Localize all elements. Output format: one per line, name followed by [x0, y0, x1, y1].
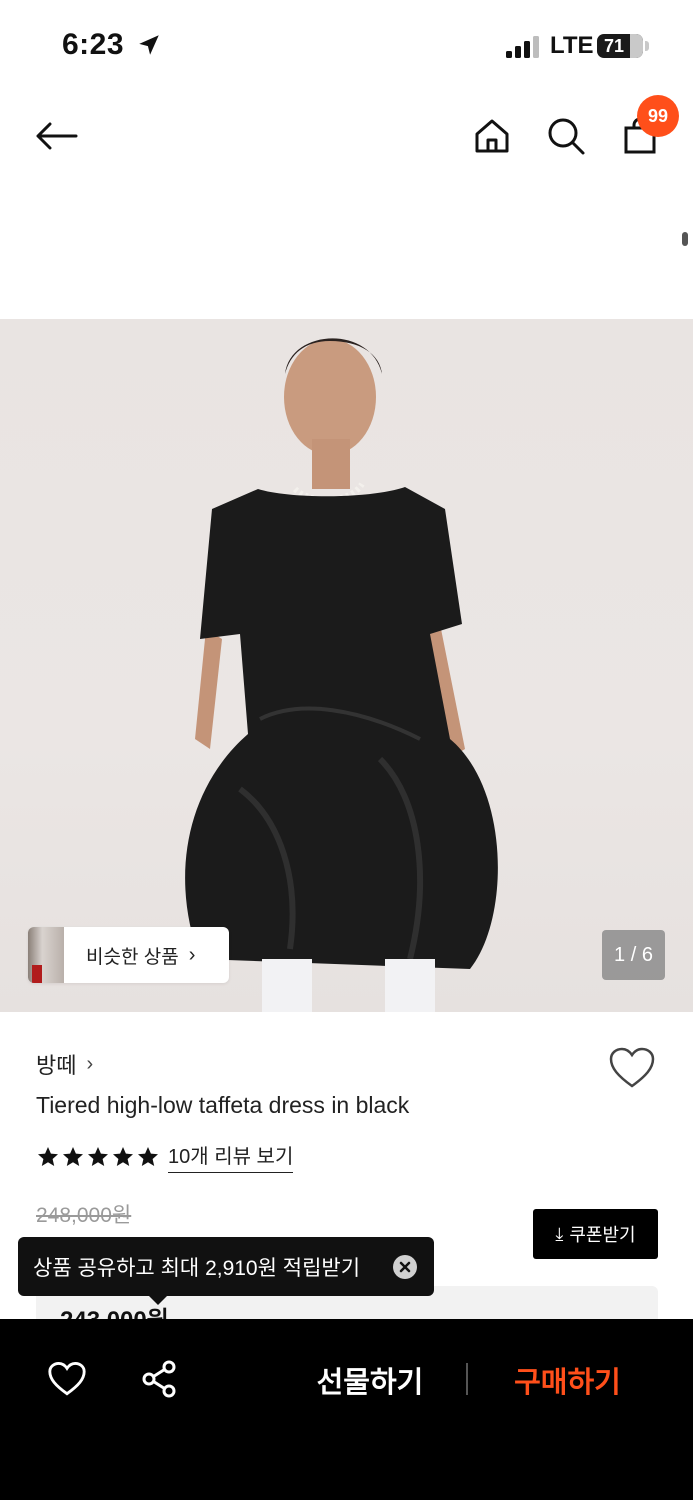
search-icon	[548, 118, 585, 155]
product-image[interactable]: 비슷한 상품 › 1 / 6	[0, 319, 693, 1012]
star-icon	[38, 1146, 58, 1166]
coupon-label: 쿠폰받기	[569, 1225, 636, 1245]
rating-row: 10개 리뷰 보기	[36, 1140, 294, 1173]
original-price: 248,000원	[36, 1204, 132, 1227]
battery-icon: 71	[597, 34, 643, 58]
close-icon[interactable]	[393, 1255, 417, 1279]
share-reward-tooltip: 상품 공유하고 최대 2,910원 적립받기	[18, 1237, 434, 1296]
battery-tip	[645, 41, 649, 51]
signal-icon	[506, 36, 539, 58]
chevron-right-icon: ›	[188, 943, 196, 966]
product-name: Tiered high-low taffeta dress in black	[36, 1092, 410, 1118]
battery-level: 71	[603, 36, 625, 56]
home-icon	[475, 119, 509, 153]
similar-products-label: 비슷한 상품	[86, 946, 179, 968]
similar-products-button[interactable]: 비슷한 상품 ›	[28, 927, 229, 983]
wishlist-button[interactable]	[608, 1046, 656, 1090]
star-icon	[113, 1146, 133, 1166]
location-arrow-icon	[139, 35, 159, 55]
download-icon: ⤓	[555, 1223, 564, 1244]
back-button[interactable]	[28, 108, 84, 164]
scroll-indicator	[682, 232, 688, 246]
get-coupon-button[interactable]: ⤓ 쿠폰받기	[533, 1209, 658, 1259]
divider	[466, 1363, 468, 1395]
rating-stars	[36, 1145, 160, 1169]
status-bar: 6:23 LTE 71	[0, 0, 693, 92]
status-time: 6:23	[62, 28, 125, 61]
image-page-indicator: 1 / 6	[602, 930, 665, 980]
heart-outline-icon	[609, 1047, 655, 1088]
cart-count-badge: 99	[637, 95, 679, 137]
home-button[interactable]	[464, 108, 520, 164]
brand-name: 방떼	[36, 1053, 77, 1078]
bottom-action-bar: 선물하기 구매하기	[0, 1319, 693, 1500]
tooltip-arrow	[148, 1295, 168, 1305]
similar-product-thumbnail	[28, 927, 64, 983]
view-reviews-link[interactable]: 10개 리뷰 보기	[168, 1140, 294, 1173]
chevron-right-icon: ›	[86, 1052, 94, 1075]
star-icon	[88, 1146, 108, 1166]
buy-button[interactable]: 구매하기	[500, 1359, 635, 1401]
gift-button[interactable]: 선물하기	[300, 1359, 440, 1401]
star-icon	[63, 1146, 83, 1166]
back-arrow-icon	[36, 122, 78, 150]
network-type: LTE	[550, 32, 594, 59]
battery-empty-fill	[629, 34, 643, 58]
brand-link[interactable]: 방떼 ›	[36, 1048, 93, 1080]
top-nav	[0, 92, 693, 192]
search-button[interactable]	[538, 108, 594, 164]
tooltip-text: 상품 공유하고 최대 2,910원 적립받기	[33, 1256, 361, 1280]
heart-outline-icon	[48, 1362, 86, 1396]
share-icon	[142, 1360, 176, 1398]
product-photo	[185, 338, 498, 1012]
share-button[interactable]	[135, 1355, 183, 1403]
like-button[interactable]	[43, 1355, 91, 1403]
star-icon	[138, 1146, 158, 1166]
